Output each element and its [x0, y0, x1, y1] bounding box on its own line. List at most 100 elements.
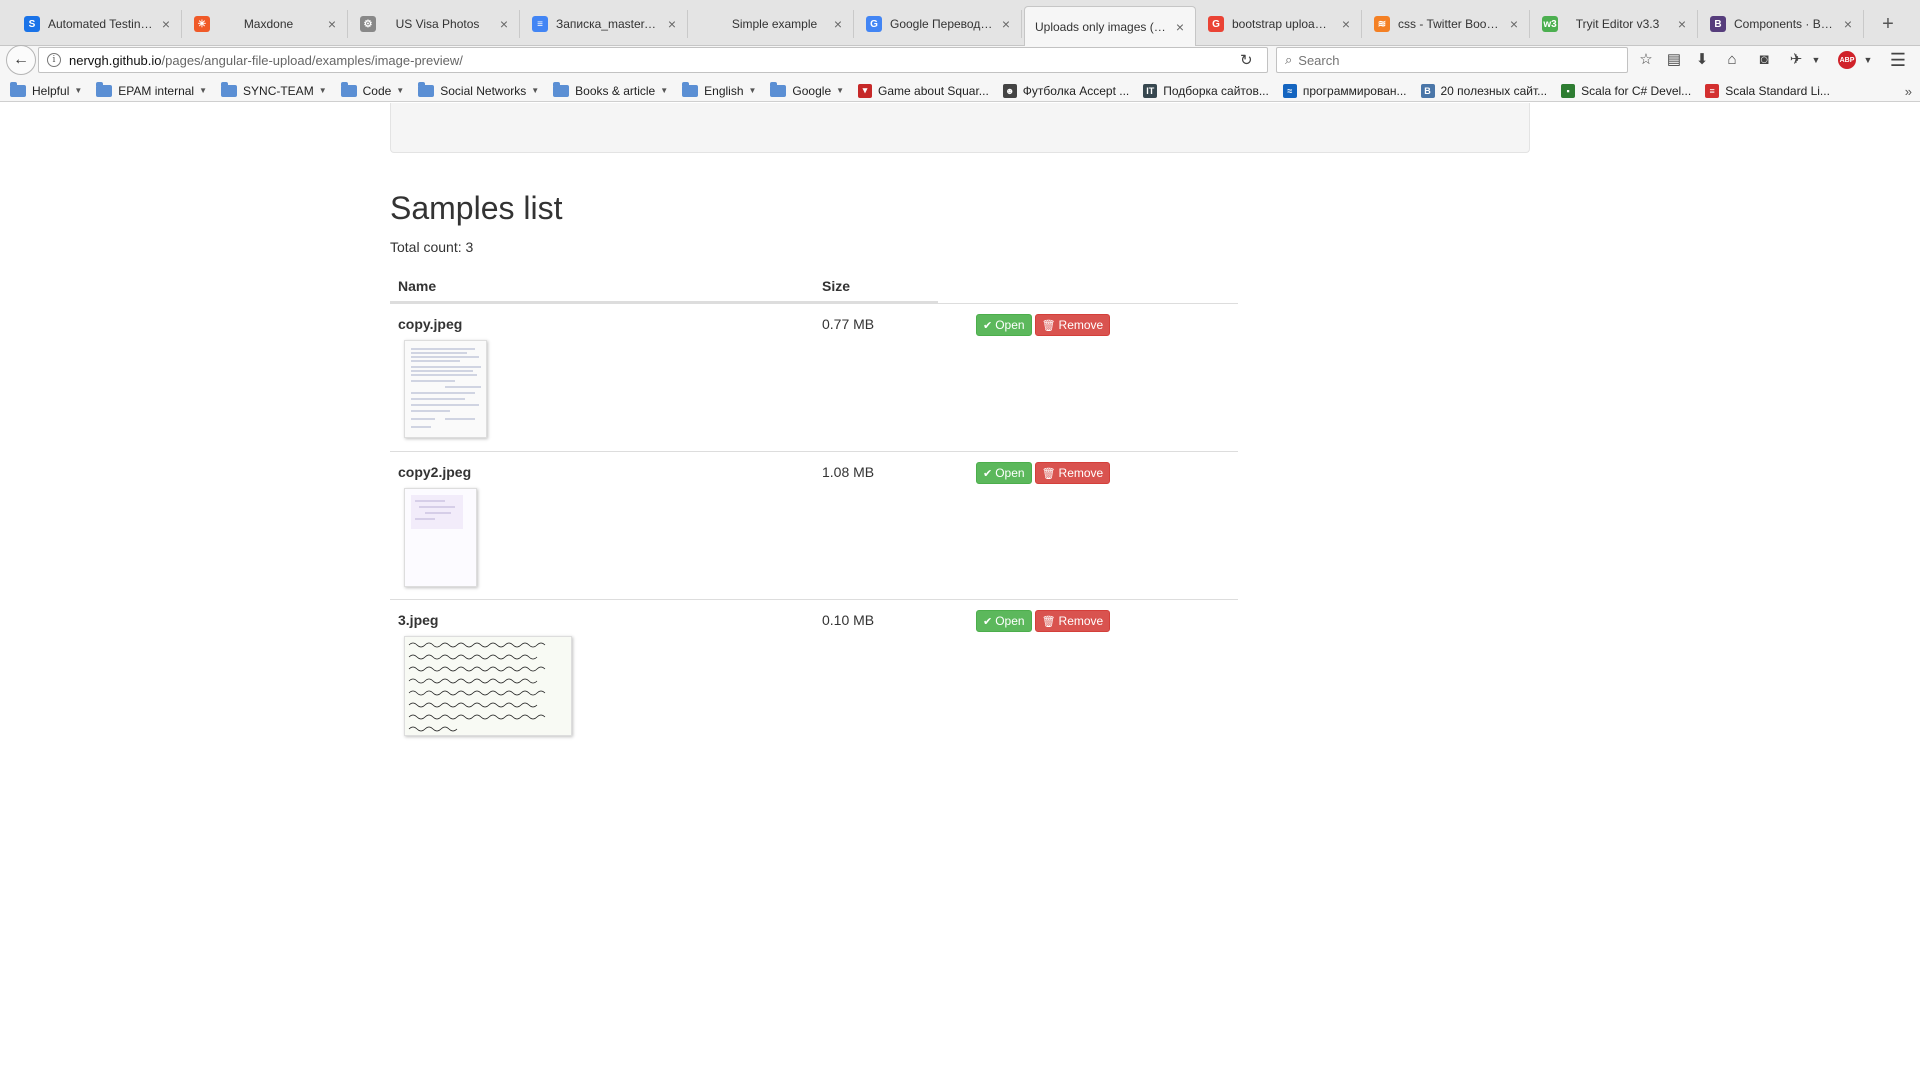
folder-icon	[553, 81, 570, 97]
wave-icon: ≈	[1282, 83, 1297, 98]
remove-button[interactable]: 🗑 Remove	[1034, 610, 1111, 632]
tab-automated-testing[interactable]: S Automated Testing... ×	[14, 10, 182, 38]
bookmark-folder-code[interactable]: Code ▼	[340, 81, 404, 98]
remove-label: Remove	[1058, 466, 1104, 480]
open-button[interactable]: ✔ Open	[976, 610, 1032, 632]
open-button[interactable]: ✔ Open	[976, 314, 1032, 336]
bookmark-label: English	[704, 83, 744, 98]
chevron-down-icon: ▼	[74, 86, 83, 95]
stackoverflow-icon: ≋	[1374, 16, 1390, 32]
bookmark-scala-csharp[interactable]: ▪ Scala for C# Devel...	[1561, 83, 1691, 98]
tab-maxdone[interactable]: ✳ Maxdone ×	[184, 10, 348, 38]
bookmark-folder-sync-team[interactable]: SYNC-TEAM ▼	[221, 81, 327, 98]
bookmarks-toolbar: Helpful ▼ EPAM internal ▼ SYNC-TEAM ▼ Code ▼…	[0, 80, 1920, 102]
document-scan-image	[405, 341, 486, 437]
check-circle-icon: ✔	[983, 319, 993, 332]
table-row: 3.jpeg 0.10 MB ✔ Open 🗑 Remove	[390, 599, 1238, 747]
bookmark-folder-epam[interactable]: EPAM internal ▼	[96, 81, 207, 98]
bookmark-game-squares[interactable]: ▾ Game about Squar...	[858, 83, 989, 98]
site-info-icon[interactable]: i	[47, 53, 61, 67]
close-tab-icon[interactable]: ×	[159, 16, 173, 32]
tab-tryit-editor[interactable]: w3 Tryit Editor v3.3 ×	[1532, 10, 1698, 38]
bookmark-podborka[interactable]: IT Подборка сайтов...	[1143, 83, 1269, 98]
google-translate-icon: G	[866, 16, 882, 32]
bookmark-folder-books[interactable]: Books & article ▼	[553, 81, 669, 98]
search-bar[interactable]: ⌕	[1276, 47, 1628, 73]
file-name: copy.jpeg	[398, 316, 463, 332]
close-tab-icon[interactable]: ×	[497, 16, 511, 32]
chevron-down-icon: ▼	[836, 86, 845, 95]
tab-us-visa-photos[interactable]: ⚙ US Visa Photos ×	[350, 10, 520, 38]
reading-list-icon[interactable]: ▤	[1664, 50, 1684, 70]
row-actions: ✔ Open 🗑 Remove	[976, 610, 1111, 632]
close-tab-icon[interactable]: ×	[1173, 19, 1187, 35]
bookmark-label: Футболка Accept ...	[1022, 83, 1130, 98]
close-tab-icon[interactable]: ×	[1339, 16, 1353, 32]
bookmark-scala-stdlib[interactable]: ≡ Scala Standard Li...	[1705, 83, 1830, 98]
bookmark-label: Подборка сайтов...	[1163, 83, 1269, 98]
camera-icon: ⚙	[360, 16, 376, 32]
close-tab-icon[interactable]: ×	[1841, 16, 1855, 32]
tab-title: bootstrap upload b...	[1232, 17, 1333, 31]
bookmark-folder-social[interactable]: Social Networks ▼	[418, 81, 539, 98]
blank-page-icon	[700, 16, 716, 32]
new-tab-button[interactable]: +	[1876, 12, 1900, 36]
hamburger-menu-icon[interactable]: ☰	[1888, 50, 1908, 70]
tab-title: Automated Testing...	[48, 17, 153, 31]
check-circle-icon: ✔	[983, 615, 993, 628]
close-tab-icon[interactable]: ×	[999, 16, 1013, 32]
row-actions: ✔ Open 🗑 Remove	[976, 314, 1111, 336]
close-tab-icon[interactable]: ×	[665, 16, 679, 32]
file-size: 0.10 MB	[822, 612, 875, 628]
bookmark-label: Code	[362, 83, 392, 98]
bootstrap-icon: B	[1710, 16, 1726, 32]
trash-icon: 🗑	[1041, 467, 1056, 480]
bookmark-label: EPAM internal	[118, 83, 195, 98]
maxdone-icon: ✳	[194, 16, 210, 32]
search-input[interactable]	[1298, 52, 1599, 68]
bookmark-folder-google[interactable]: Google ▼	[770, 81, 845, 98]
google-icon: G	[1208, 16, 1224, 32]
column-header-size: Size	[822, 278, 851, 294]
chevron-down-icon: ▼	[660, 86, 669, 95]
adblock-plus-icon[interactable]: ABP	[1838, 51, 1856, 69]
vk-icon: B	[1420, 83, 1435, 98]
pocket-icon[interactable]: ◙	[1754, 50, 1774, 70]
open-label: Open	[995, 466, 1025, 480]
bookmark-folder-helpful[interactable]: Helpful ▼	[10, 81, 83, 98]
chevron-down-icon[interactable]: ▼	[1858, 50, 1878, 70]
back-button[interactable]: ←	[6, 45, 36, 75]
close-tab-icon[interactable]: ×	[325, 16, 339, 32]
tab-simple-example[interactable]: Simple example ×	[690, 10, 854, 38]
tab-google-translate[interactable]: G Google Переводчик ×	[856, 10, 1022, 38]
tab-strip: S Automated Testing... × ✳ Maxdone × ⚙ U…	[0, 0, 1920, 46]
close-tab-icon[interactable]: ×	[1507, 16, 1521, 32]
row-actions: ✔ Open 🗑 Remove	[976, 462, 1111, 484]
bookmark-star-icon[interactable]: ☆	[1636, 50, 1656, 70]
bookmark-folder-english[interactable]: English ▼	[682, 81, 756, 98]
tab-bootstrap-upload[interactable]: G bootstrap upload b... ×	[1198, 10, 1362, 38]
tab-title: Uploads only images (w...	[1035, 19, 1167, 34]
home-icon[interactable]: ⌂	[1722, 50, 1742, 70]
tab-title: css - Twitter Boots...	[1398, 17, 1501, 31]
tab-stackoverflow[interactable]: ≋ css - Twitter Boots... ×	[1364, 10, 1530, 38]
open-button[interactable]: ✔ Open	[976, 462, 1032, 484]
remove-button[interactable]: 🗑 Remove	[1034, 462, 1111, 484]
downloads-icon[interactable]: ⬇	[1692, 50, 1712, 70]
tab-bootstrap-components[interactable]: B Components · Boot... ×	[1700, 10, 1864, 38]
tab-uploads-only-images[interactable]: Uploads only images (w... ×	[1024, 6, 1196, 46]
address-bar[interactable]: i nervgh.github.io/pages/angular-file-up…	[38, 47, 1268, 73]
chevron-double-right-icon[interactable]: »	[1905, 84, 1912, 99]
close-tab-icon[interactable]: ×	[831, 16, 845, 32]
file-size: 0.77 MB	[822, 316, 875, 332]
tab-zapiska-master[interactable]: ≡ Записка_master.d... ×	[522, 10, 688, 38]
remove-button[interactable]: 🗑 Remove	[1034, 314, 1111, 336]
bookmark-20-sites[interactable]: B 20 полезных сайт...	[1420, 83, 1547, 98]
close-tab-icon[interactable]: ×	[1675, 16, 1689, 32]
extension-icon[interactable]: ✈	[1786, 50, 1806, 70]
chevron-down-icon[interactable]: ▼	[1806, 50, 1826, 70]
reload-icon[interactable]: ↻	[1240, 51, 1253, 69]
folder-icon	[418, 81, 435, 97]
bookmark-futbolka[interactable]: ☻ Футболка Accept ...	[1002, 83, 1130, 98]
bookmark-programming[interactable]: ≈ программирован...	[1282, 83, 1407, 98]
